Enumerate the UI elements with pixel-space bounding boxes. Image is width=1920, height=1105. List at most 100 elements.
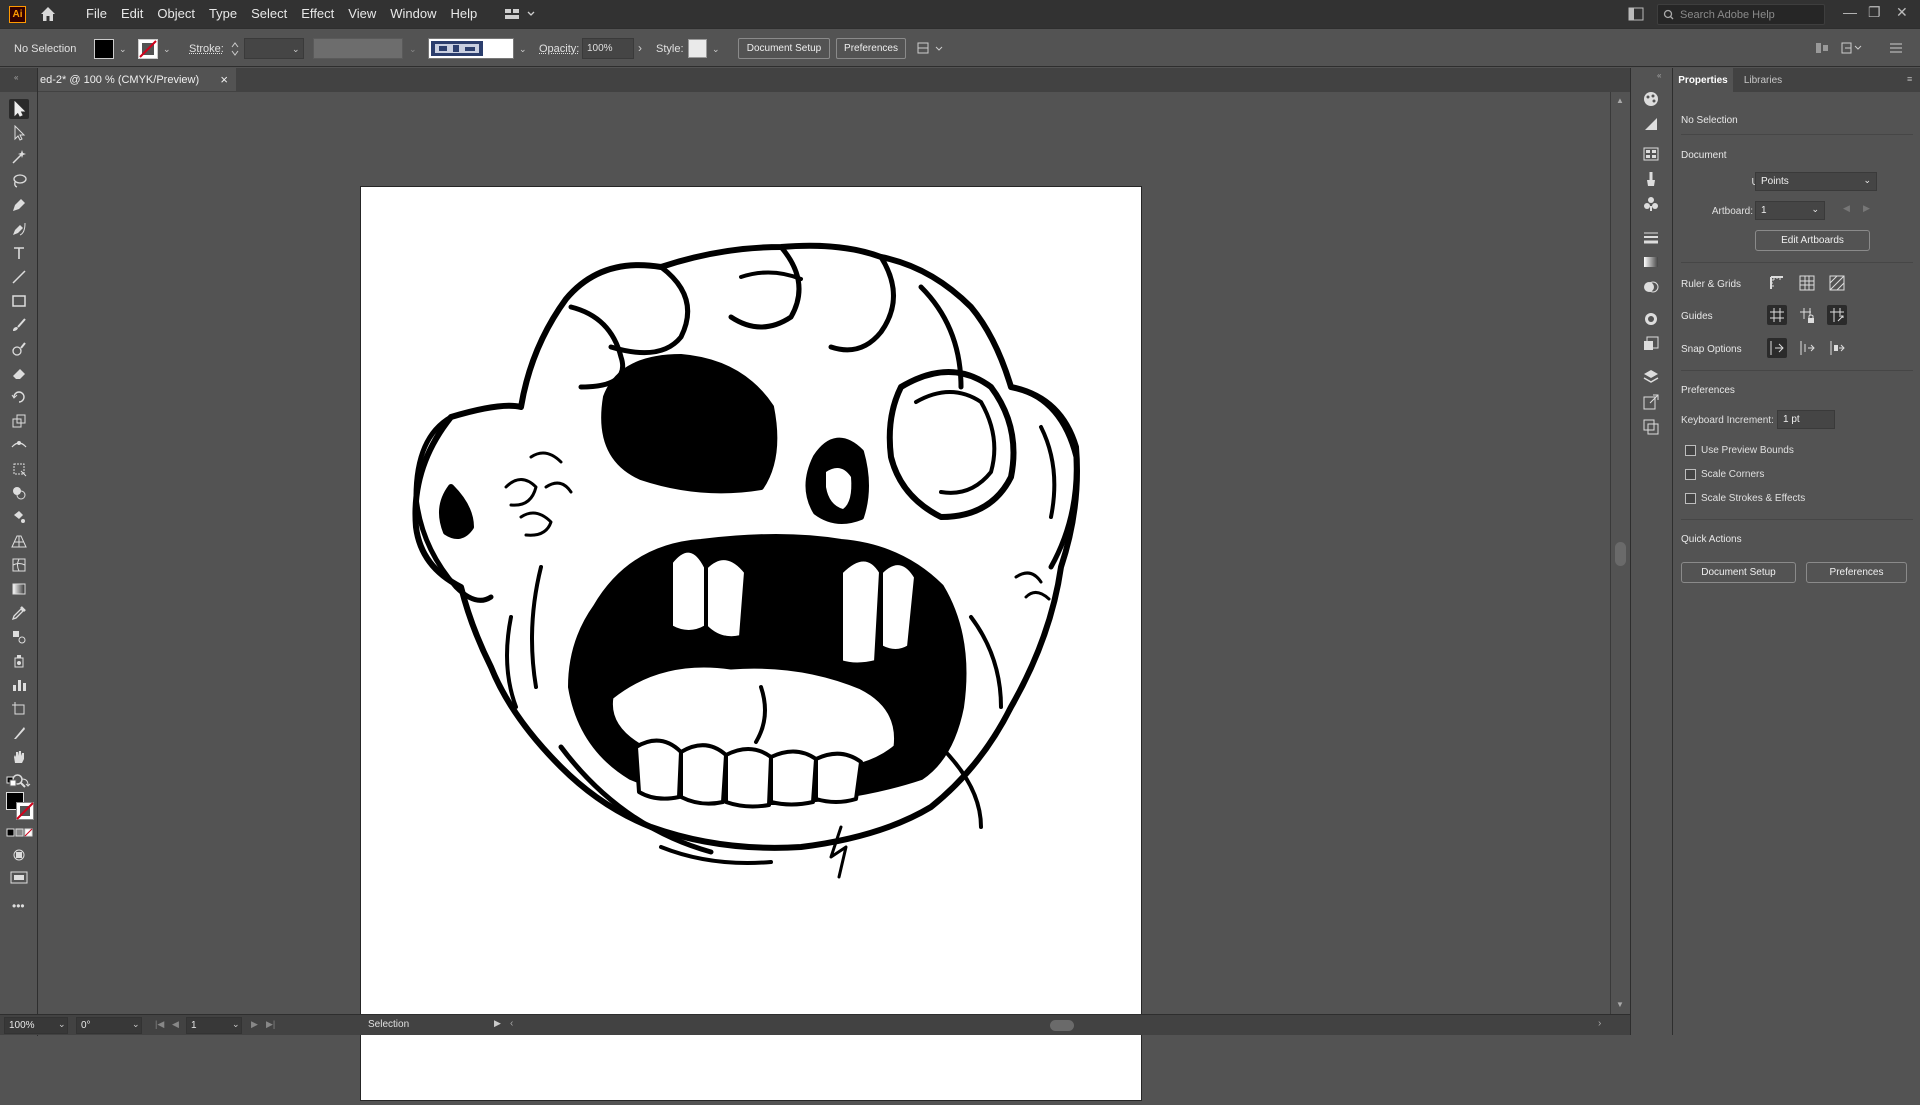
document-setup-button[interactable]: Document Setup [738, 38, 830, 59]
arrange-documents-icon[interactable] [916, 39, 946, 59]
magic-wand-tool-icon[interactable] [9, 147, 29, 167]
paintbrush-tool-icon[interactable] [9, 315, 29, 335]
stroke-panel-icon[interactable] [1642, 228, 1660, 246]
color-mode-icons[interactable] [6, 828, 34, 838]
previous-artboard-icon[interactable]: ◀ [172, 1019, 179, 1030]
restore-icon[interactable]: ❐ [1868, 4, 1881, 21]
snap-to-point-icon[interactable] [1767, 338, 1787, 358]
edit-artboards-button[interactable]: Edit Artboards [1755, 230, 1870, 251]
workspace-switcher-icon[interactable] [504, 7, 536, 21]
transparency-panel-icon[interactable] [1642, 278, 1660, 296]
panel-menu-icon[interactable]: ≡ [1907, 74, 1912, 84]
scale-tool-icon[interactable] [9, 411, 29, 431]
previous-artboard-panel-icon[interactable]: ◀ [1843, 203, 1850, 214]
home-icon[interactable] [39, 5, 57, 23]
fill-chevron-icon[interactable]: ⌄ [119, 44, 127, 55]
stroke-swatch[interactable] [138, 39, 158, 59]
vertical-scrollbar[interactable]: ▲ ▼ [1610, 92, 1630, 1014]
profile-chevron-icon[interactable]: ⌄ [409, 44, 417, 55]
blend-tool-icon[interactable] [9, 627, 29, 647]
transform-panel-icon[interactable] [1840, 40, 1864, 56]
hand-tool-icon[interactable] [9, 747, 29, 767]
quick-document-setup-button[interactable]: Document Setup [1681, 562, 1796, 583]
transparency-grid-icon[interactable] [1827, 273, 1847, 293]
live-paint-tool-icon[interactable] [9, 507, 29, 527]
toolbar-collapse-icon[interactable]: « [14, 73, 18, 82]
asset-export-panel-icon[interactable] [1642, 393, 1660, 411]
menu-type[interactable]: Type [202, 0, 244, 28]
symbol-sprayer-tool-icon[interactable] [9, 651, 29, 671]
scroll-left-icon[interactable]: ‹ [510, 1018, 513, 1029]
menu-effect[interactable]: Effect [294, 0, 341, 28]
stroke-color-box[interactable] [16, 802, 34, 820]
vertical-scroll-thumb[interactable] [1615, 542, 1626, 566]
help-search-input[interactable]: Search Adobe Help [1657, 4, 1825, 25]
color-guide-icon[interactable] [1642, 115, 1660, 133]
quick-preferences-button[interactable]: Preferences [1806, 562, 1907, 583]
curvature-tool-icon[interactable] [9, 219, 29, 239]
swatches-panel-icon[interactable] [1642, 145, 1660, 163]
eraser-tool-icon[interactable] [9, 363, 29, 383]
graphic-style-swatch[interactable] [688, 39, 707, 58]
next-artboard-panel-icon[interactable]: ▶ [1863, 203, 1870, 214]
status-menu-arrow-icon[interactable]: ▶ [494, 1018, 501, 1029]
opacity-label[interactable]: Opacity: [539, 43, 579, 55]
width-tool-icon[interactable] [9, 435, 29, 455]
perspective-grid-tool-icon[interactable] [9, 531, 29, 551]
minimize-icon[interactable]: — [1843, 4, 1857, 20]
align-panel-icon[interactable] [1814, 40, 1830, 56]
default-fill-stroke-icon[interactable] [6, 776, 32, 790]
next-artboard-icon[interactable]: ▶ [251, 1019, 258, 1030]
document-tab-close-icon[interactable]: × [220, 72, 228, 87]
use-preview-bounds-checkbox[interactable] [1685, 445, 1696, 456]
symbols-panel-icon[interactable] [1642, 195, 1660, 213]
zoom-chevron-icon[interactable]: ⌄ [58, 1019, 66, 1030]
scale-corners-checkbox[interactable] [1685, 469, 1696, 480]
shape-builder-tool-icon[interactable] [9, 483, 29, 503]
fill-swatch[interactable] [94, 39, 114, 59]
document-tab[interactable]: ed-2* @ 100 % (CMYK/Preview) × [38, 68, 236, 91]
column-graph-tool-icon[interactable] [9, 675, 29, 695]
gradient-panel-icon[interactable] [1642, 253, 1660, 271]
artboards-panel-icon[interactable] [1642, 418, 1660, 436]
scale-strokes-effects-checkbox[interactable] [1685, 493, 1696, 504]
brush-chevron-icon[interactable]: ⌄ [519, 44, 527, 55]
line-segment-tool-icon[interactable] [9, 267, 29, 287]
eyedropper-tool-icon[interactable] [9, 603, 29, 623]
scroll-down-icon[interactable]: ▼ [1616, 1000, 1624, 1009]
drawing-modes-icon[interactable] [11, 847, 27, 863]
lock-guides-icon[interactable] [1797, 305, 1817, 325]
tab-libraries[interactable]: Libraries [1735, 68, 1791, 92]
stroke-label[interactable]: Stroke: [189, 43, 224, 55]
rotate-tool-icon[interactable] [9, 387, 29, 407]
close-window-icon[interactable]: ✕ [1896, 4, 1908, 21]
selection-tool-icon[interactable] [9, 99, 29, 119]
scroll-up-icon[interactable]: ▲ [1616, 96, 1624, 105]
horizontal-scroll-thumb[interactable] [1050, 1020, 1074, 1031]
color-panel-icon[interactable] [1642, 90, 1660, 108]
control-bar-menu-icon[interactable] [1888, 40, 1904, 56]
stroke-weight-chevron-icon[interactable]: ⌄ [292, 44, 300, 55]
artboard-select[interactable]: 1 ⌄ [1755, 201, 1825, 220]
canvas-area[interactable] [39, 92, 1610, 1101]
panel-toggle-icon[interactable] [1628, 7, 1644, 21]
appearance-panel-icon[interactable] [1642, 310, 1660, 328]
artboard-chevron-icon[interactable]: ⌄ [232, 1019, 240, 1030]
screen-mode-icon[interactable] [10, 870, 28, 886]
slice-tool-icon[interactable] [9, 723, 29, 743]
rotation-chevron-icon[interactable]: ⌄ [132, 1019, 140, 1030]
direct-selection-tool-icon[interactable] [9, 123, 29, 143]
type-tool-icon[interactable] [9, 243, 29, 263]
variable-width-profile[interactable] [313, 38, 403, 59]
opacity-field[interactable]: 100% [582, 38, 634, 59]
pen-tool-icon[interactable] [9, 195, 29, 215]
layers-panel-icon[interactable] [1642, 368, 1660, 386]
rectangle-tool-icon[interactable] [9, 291, 29, 311]
rulers-icon[interactable] [1767, 273, 1787, 293]
stroke-stepper-icon[interactable] [230, 39, 240, 59]
mesh-tool-icon[interactable] [9, 555, 29, 575]
free-transform-tool-icon[interactable] [9, 459, 29, 479]
gradient-tool-icon[interactable] [9, 579, 29, 599]
style-chevron-icon[interactable]: ⌄ [712, 44, 720, 55]
snap-to-grid-icon[interactable] [1797, 338, 1817, 358]
